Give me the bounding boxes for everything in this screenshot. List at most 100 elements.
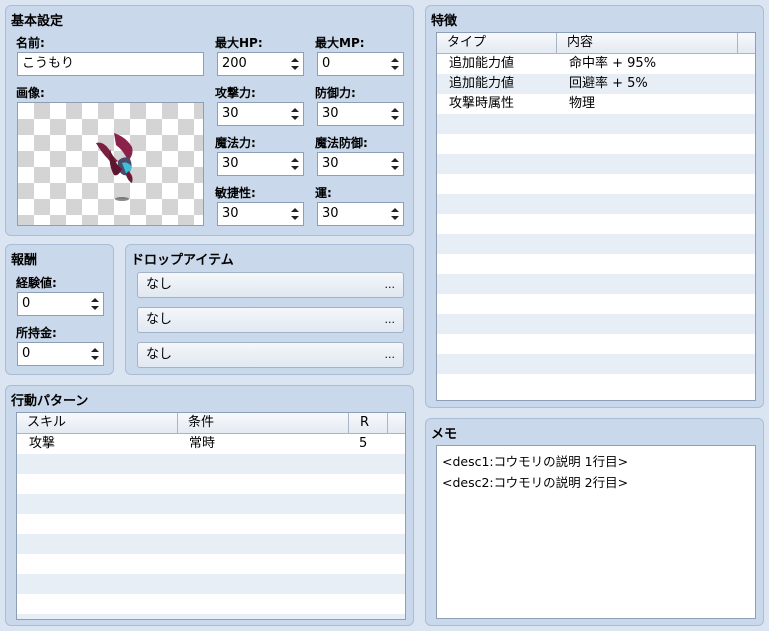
trait-type-cell: 攻撃時属性 — [449, 96, 515, 111]
table-row[interactable] — [17, 514, 405, 534]
image-label: 画像: — [16, 86, 45, 100]
def-stepper[interactable]: 30 — [317, 102, 404, 126]
table-row[interactable]: 追加能力値 命中率 + 95% — [437, 54, 755, 74]
table-row[interactable] — [437, 294, 755, 314]
trait-type-cell: 追加能力値 — [449, 56, 515, 71]
col-condition-header[interactable]: 条件 — [178, 413, 349, 433]
luk-stepper[interactable]: 30 — [317, 202, 404, 226]
maxhp-stepper[interactable]: 200 — [217, 52, 304, 76]
exp-label: 経験値: — [16, 276, 57, 290]
col-type-header[interactable]: タイプ — [437, 33, 557, 53]
ellipsis-icon: ... — [384, 313, 396, 326]
table-row[interactable] — [17, 474, 405, 494]
gold-spin-icon[interactable] — [89, 345, 101, 363]
maxhp-value: 200 — [222, 56, 247, 71]
atk-spin-icon[interactable] — [289, 105, 301, 123]
mdf-label: 魔法防御: — [315, 136, 368, 150]
mdf-stepper[interactable]: 30 — [317, 152, 404, 176]
table-row[interactable] — [17, 534, 405, 554]
table-row[interactable]: 攻撃時属性 物理 — [437, 94, 755, 114]
atk-stepper[interactable]: 30 — [217, 102, 304, 126]
agi-spin-icon[interactable] — [289, 205, 301, 223]
table-row[interactable] — [17, 554, 405, 574]
trait-content-cell: 物理 — [569, 96, 596, 111]
exp-value: 0 — [22, 296, 31, 311]
action-table-header: スキル 条件 R — [17, 413, 405, 434]
trait-type-cell: 追加能力値 — [449, 76, 515, 91]
drop-item-3-button[interactable]: なし ... — [137, 342, 404, 368]
mat-label: 魔法力: — [215, 136, 256, 150]
table-row[interactable] — [437, 314, 755, 334]
col-skill-header[interactable]: スキル — [17, 413, 178, 433]
action-patterns-title: 行動パターン — [11, 394, 89, 409]
table-row[interactable] — [437, 374, 755, 394]
atk-value: 30 — [222, 106, 239, 121]
def-value: 30 — [322, 106, 339, 121]
table-row[interactable] — [17, 574, 405, 594]
def-label: 防御力: — [315, 86, 356, 100]
drop-item-2-label: なし — [146, 312, 173, 327]
traits-panel: 特徴 タイプ 内容 追加能力値 命中率 + 95% 追加能力値 回避率 + 5%… — [425, 5, 764, 408]
memo-line-2: <desc2:コウモリの説明 2行目> — [442, 475, 629, 490]
atk-label: 攻撃力: — [215, 86, 256, 100]
drop-item-1-button[interactable]: なし ... — [137, 272, 404, 298]
maxhp-spin-icon[interactable] — [289, 55, 301, 73]
maxmp-label: 最大MP: — [315, 36, 365, 50]
drop-item-2-button[interactable]: なし ... — [137, 307, 404, 333]
exp-stepper[interactable]: 0 — [17, 292, 104, 316]
table-row[interactable] — [437, 114, 755, 134]
agi-stepper[interactable]: 30 — [217, 202, 304, 226]
maxmp-value: 0 — [322, 56, 331, 71]
mat-value: 30 — [222, 156, 239, 171]
maxmp-stepper[interactable]: 0 — [317, 52, 404, 76]
table-row[interactable] — [437, 274, 755, 294]
mat-stepper[interactable]: 30 — [217, 152, 304, 176]
table-row[interactable] — [437, 194, 755, 214]
table-row[interactable] — [17, 594, 405, 614]
gold-value: 0 — [22, 346, 31, 361]
luk-spin-icon[interactable] — [389, 205, 401, 223]
traits-table[interactable]: タイプ 内容 追加能力値 命中率 + 95% 追加能力値 回避率 + 5% 攻撃… — [436, 32, 756, 401]
name-label: 名前: — [16, 36, 45, 50]
traits-table-header: タイプ 内容 — [437, 33, 755, 54]
action-patterns-panel: 行動パターン スキル 条件 R 攻撃 常時 5 — [5, 385, 414, 626]
name-input[interactable]: こうもり — [17, 52, 204, 76]
table-row[interactable] — [437, 174, 755, 194]
drop-item-1-label: なし — [146, 277, 173, 292]
gold-stepper[interactable]: 0 — [17, 342, 104, 366]
table-row[interactable] — [437, 154, 755, 174]
memo-panel: メモ <desc1:コウモリの説明 1行目> <desc2:コウモリの説明 2行… — [425, 418, 764, 626]
rewards-panel: 報酬 経験値: 0 所持金: 0 — [5, 244, 114, 375]
maxhp-label: 最大HP: — [215, 36, 263, 50]
gold-label: 所持金: — [16, 326, 57, 340]
bat-sprite-icon — [96, 133, 133, 201]
mat-spin-icon[interactable] — [289, 155, 301, 173]
table-row[interactable]: 追加能力値 回避率 + 5% — [437, 74, 755, 94]
luk-value: 30 — [322, 206, 339, 221]
table-row[interactable] — [437, 254, 755, 274]
table-row[interactable] — [17, 494, 405, 514]
memo-textarea[interactable]: <desc1:コウモリの説明 1行目> <desc2:コウモリの説明 2行目> — [436, 445, 756, 619]
def-spin-icon[interactable] — [389, 105, 401, 123]
action-patterns-table[interactable]: スキル 条件 R 攻撃 常時 5 — [16, 412, 406, 620]
exp-spin-icon[interactable] — [89, 295, 101, 313]
mdf-spin-icon[interactable] — [389, 155, 401, 173]
table-row[interactable] — [437, 234, 755, 254]
maxmp-spin-icon[interactable] — [389, 55, 401, 73]
table-row[interactable] — [437, 214, 755, 234]
ellipsis-icon: ... — [384, 278, 396, 291]
table-row[interactable] — [437, 134, 755, 154]
enemy-image-box[interactable] — [17, 102, 204, 226]
table-row[interactable] — [437, 334, 755, 354]
action-rating-cell: 5 — [359, 436, 368, 451]
drop-item-3-label: なし — [146, 347, 173, 362]
table-row[interactable]: 攻撃 常時 5 — [17, 434, 405, 454]
col-rating-header[interactable]: R — [349, 413, 388, 433]
col-content-header[interactable]: 内容 — [557, 33, 738, 53]
table-row[interactable] — [17, 454, 405, 474]
basic-settings-panel: 基本設定 名前: こうもり 画像: 最大HP: 200 最大MP: 0 攻撃力:… — [5, 5, 414, 236]
table-row[interactable] — [17, 614, 405, 619]
trait-content-cell: 命中率 + 95% — [569, 56, 657, 71]
agi-label: 敏捷性: — [215, 186, 256, 200]
table-row[interactable] — [437, 354, 755, 374]
